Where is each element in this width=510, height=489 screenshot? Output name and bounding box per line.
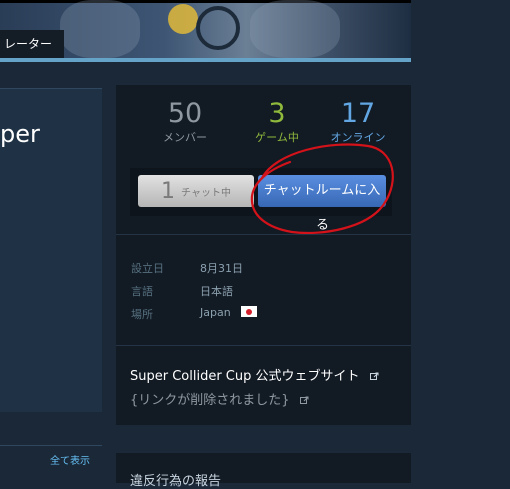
left-divider bbox=[0, 88, 102, 89]
removed-link-text: {リンクが削除されました} bbox=[130, 393, 290, 408]
group-name: per bbox=[0, 120, 40, 148]
section-divider bbox=[116, 234, 411, 235]
banner-art-shape bbox=[250, 0, 340, 58]
chat-count: 1 bbox=[161, 178, 176, 204]
language-label: 言語 bbox=[131, 285, 153, 298]
header-tab-label[interactable]: レーター bbox=[0, 30, 65, 58]
chat-count-badge: 1 チャット中 bbox=[138, 175, 254, 207]
banner-art-ring bbox=[196, 6, 240, 50]
banner-accent-bar bbox=[0, 58, 411, 62]
members-count: 50 bbox=[167, 98, 203, 129]
banner-top-border bbox=[0, 0, 411, 3]
in-game-count: 3 bbox=[268, 98, 286, 129]
banner-art-shape bbox=[60, 0, 140, 58]
removed-link[interactable]: {リンクが削除されました} bbox=[130, 389, 309, 408]
group-header-banner: レーター bbox=[0, 0, 411, 58]
online-count: 17 bbox=[340, 98, 376, 129]
location-value: Japan bbox=[200, 306, 231, 319]
external-link-icon bbox=[299, 396, 309, 404]
founded-label: 設立日 bbox=[131, 262, 164, 275]
external-link-icon bbox=[369, 372, 379, 380]
official-website-title: Super Collider Cup 公式ウェブサイト bbox=[130, 369, 360, 384]
members-stat[interactable]: 50 メンバー bbox=[150, 99, 220, 145]
location-label: 場所 bbox=[131, 308, 153, 321]
red-circle-annotation bbox=[250, 143, 394, 235]
banner-art-ball bbox=[168, 4, 198, 34]
section-divider bbox=[116, 345, 411, 346]
report-violation-title[interactable]: 違反行為の報告 bbox=[130, 470, 221, 489]
view-all-link[interactable]: 全て表示 bbox=[50, 452, 90, 467]
founded-value: 8月31日 bbox=[200, 262, 243, 275]
members-label: メンバー bbox=[163, 131, 207, 144]
language-value: 日本語 bbox=[200, 285, 233, 298]
left-section-divider bbox=[0, 445, 102, 446]
official-website-link[interactable]: Super Collider Cup 公式ウェブサイト bbox=[130, 365, 379, 384]
chat-count-label: チャット中 bbox=[181, 187, 231, 199]
japan-flag-icon bbox=[241, 306, 257, 317]
